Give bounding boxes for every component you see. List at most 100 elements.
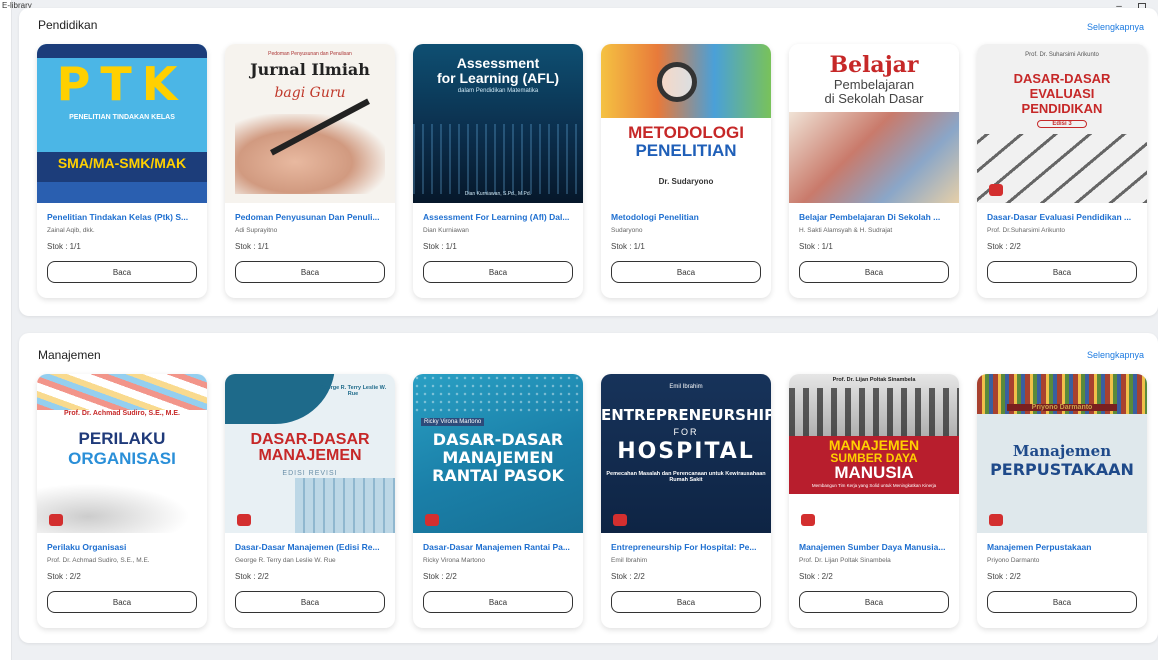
book-author: Emil Ibrahim xyxy=(611,557,648,564)
cover-illustration xyxy=(37,478,207,533)
book-title[interactable]: Assessment For Learning (Afl) Dal... xyxy=(423,212,575,222)
cover-title: PERILAKU xyxy=(78,429,166,448)
book-cover[interactable]: PTK PENELITIAN TINDAKAN KELAS SMA/MA-SMK… xyxy=(37,44,207,203)
read-button[interactable]: Baca xyxy=(611,591,761,613)
cover-subtitle: EDISI REVISI xyxy=(282,470,338,477)
book-title[interactable]: Belajar Pembelajaran Di Sekolah ... xyxy=(799,212,951,222)
see-more-link[interactable]: Selengkapnya xyxy=(1087,350,1144,360)
book-cover[interactable]: METODOLOGI PENELITIAN Dr. Sudaryono xyxy=(601,44,771,203)
cover-author: Prof. Dr. Suharsimi Arikunto xyxy=(1025,52,1099,58)
cover-subtitle: dalam Pendidikan Matematika xyxy=(457,88,539,94)
book-cover[interactable]: Prof. Dr. Achmad Sudiro, S.E., M.E. PERI… xyxy=(37,374,207,533)
book-title[interactable]: Pedoman Penyusunan Dan Penuli... xyxy=(235,212,387,222)
cover-title: ORGANISASI xyxy=(68,449,176,468)
book-cover[interactable]: Prof. Dr. Suharsimi Arikunto DASAR-DASAR… xyxy=(977,44,1147,203)
book-cover[interactable]: Assessment for Learning (AFL) dalam Pend… xyxy=(413,44,583,203)
read-button[interactable]: Baca xyxy=(235,591,385,613)
book-card[interactable]: METODOLOGI PENELITIAN Dr. Sudaryono Meto… xyxy=(601,44,771,298)
book-stock: Stok : 2/2 xyxy=(611,572,645,581)
book-author: Prof. Dr.Suharsimi Arikunto xyxy=(987,227,1066,234)
book-title[interactable]: Metodologi Penelitian xyxy=(611,212,763,222)
book-author: Priyono Darmanto xyxy=(987,557,1040,564)
book-card[interactable]: Prof. Dr. Lijan Poltak Sinambela MANAJEM… xyxy=(789,374,959,628)
read-button[interactable]: Baca xyxy=(987,591,1137,613)
book-cover[interactable]: Pedoman Penyusunan dan Penulisan Jurnal … xyxy=(225,44,395,203)
book-author: H. Sakti Alamsyah & H. Sudrajat xyxy=(799,227,893,234)
book-author: Zainal Aqib, dkk. xyxy=(47,227,95,234)
cover-title: RANTAI PASOK xyxy=(432,466,564,485)
book-card[interactable]: Assessment for Learning (AFL) dalam Pend… xyxy=(413,44,583,298)
magnifier-icon xyxy=(657,62,697,102)
book-title[interactable]: Dasar-Dasar Evaluasi Pendidikan ... xyxy=(987,212,1139,222)
cover-title: EVALUASI xyxy=(1029,86,1095,101)
section-title: Pendidikan xyxy=(38,18,98,32)
book-card[interactable]: George R. Terry Leslie W. Rue DASAR-DASA… xyxy=(225,374,395,628)
cover-subtitle: Pedoman Penyusunan dan Penulisan xyxy=(268,51,352,57)
cover-footer-band xyxy=(37,182,207,203)
book-stock: Stok : 2/2 xyxy=(423,572,457,581)
book-title[interactable]: Entrepreneurship For Hospital: Pe... xyxy=(611,542,763,552)
cover-title: PERPUSTAKAAN xyxy=(990,460,1134,479)
read-button[interactable]: Baca xyxy=(423,591,573,613)
book-card[interactable]: Pedoman Penyusunan dan Penulisan Jurnal … xyxy=(225,44,395,298)
section-title: Manajemen xyxy=(38,348,101,362)
book-title[interactable]: Dasar-Dasar Manajemen (Edisi Re... xyxy=(235,542,387,552)
read-button[interactable]: Baca xyxy=(235,261,385,283)
cover-author: Dian Kurniawan, S.Pd., M.Pd. xyxy=(464,191,532,197)
book-title[interactable]: Perilaku Organisasi xyxy=(47,542,199,552)
book-title[interactable]: Penelitian Tindakan Kelas (Ptk) S... xyxy=(47,212,199,222)
book-author: Prof. Dr. Achmad Sudiro, S.E., M.E. xyxy=(47,557,150,564)
see-more-link[interactable]: Selengkapnya xyxy=(1087,22,1144,32)
cover-title: HOSPITAL xyxy=(617,439,755,464)
read-button[interactable]: Baca xyxy=(799,591,949,613)
cover-title: MANAJEMEN xyxy=(442,448,554,467)
book-stock: Stok : 1/1 xyxy=(611,242,645,251)
cover-author: Priyono Darmanto xyxy=(1007,404,1117,412)
cover-title: Manajemen xyxy=(1012,442,1112,460)
building-illustration xyxy=(295,478,395,533)
book-cover[interactable]: George R. Terry Leslie W. Rue DASAR-DASA… xyxy=(225,374,395,533)
book-card[interactable]: PTK PENELITIAN TINDAKAN KELAS SMA/MA-SMK… xyxy=(37,44,207,298)
publisher-logo-icon xyxy=(989,184,1003,196)
read-button[interactable]: Baca xyxy=(47,591,197,613)
book-title[interactable]: Manajemen Sumber Daya Manusia... xyxy=(799,542,951,552)
book-title[interactable]: Dasar-Dasar Manajemen Rantai Pa... xyxy=(423,542,575,552)
book-author: Adi Suprayitno xyxy=(235,227,278,234)
cover-title: PENDIDIKAN xyxy=(1021,101,1103,116)
book-stock: Stok : 2/2 xyxy=(987,242,1021,251)
book-stock: Stok : 2/2 xyxy=(799,572,833,581)
read-button[interactable]: Baca xyxy=(799,261,949,283)
book-card[interactable]: Priyono Darmanto Manajemen PERPUSTAKAAN … xyxy=(977,374,1147,628)
book-card[interactable]: Prof. Dr. Achmad Sudiro, S.E., M.E. PERI… xyxy=(37,374,207,628)
book-cover[interactable]: Prof. Dr. Lijan Poltak Sinambela MANAJEM… xyxy=(789,374,959,533)
book-cover[interactable]: Ricky Virona Martono DASAR-DASAR MANAJEM… xyxy=(413,374,583,533)
book-card[interactable]: Belajar Pembelajaran di Sekolah Dasar Be… xyxy=(789,44,959,298)
book-list: PTK PENELITIAN TINDAKAN KELAS SMA/MA-SMK… xyxy=(37,44,1147,298)
read-button[interactable]: Baca xyxy=(47,261,197,283)
cover-title: MANAJEMEN xyxy=(258,447,362,464)
cover-subtitle: PENELITIAN TINDAKAN KELAS xyxy=(69,114,175,121)
book-author: Ricky Virona Martono xyxy=(423,557,486,564)
section-manajemen: Manajemen Selengkapnya Prof. Dr. Achmad … xyxy=(19,333,1158,643)
book-card[interactable]: Emil Ibrahim ENTREPRENEURSHIP FOR HOSPIT… xyxy=(601,374,771,628)
book-stock: Stok : 2/2 xyxy=(47,572,81,581)
cover-photo xyxy=(789,112,959,203)
cover-title: DASAR-DASAR xyxy=(1013,71,1111,86)
publisher-logo-icon xyxy=(425,514,439,526)
read-button[interactable]: Baca xyxy=(611,261,761,283)
book-stock: Stok : 1/1 xyxy=(423,242,457,251)
read-button[interactable]: Baca xyxy=(987,261,1137,283)
book-card[interactable]: Prof. Dr. Suharsimi Arikunto DASAR-DASAR… xyxy=(977,44,1147,298)
book-title[interactable]: Manajemen Perpustakaan xyxy=(987,542,1139,552)
cover-author: George R. Terry Leslie W. Rue xyxy=(319,385,387,397)
publisher-logo-icon xyxy=(989,514,1003,526)
read-button[interactable]: Baca xyxy=(423,261,573,283)
edition-badge: Edisi 3 xyxy=(1037,120,1087,129)
book-cover[interactable]: Priyono Darmanto Manajemen PERPUSTAKAAN xyxy=(977,374,1147,533)
book-stock: Stok : 1/1 xyxy=(47,242,81,251)
book-stock: Stok : 1/1 xyxy=(235,242,269,251)
book-cover[interactable]: Emil Ibrahim ENTREPRENEURSHIP FOR HOSPIT… xyxy=(601,374,771,533)
book-card[interactable]: Ricky Virona Martono DASAR-DASAR MANAJEM… xyxy=(413,374,583,628)
book-cover[interactable]: Belajar Pembelajaran di Sekolah Dasar xyxy=(789,44,959,203)
book-stock: Stok : 2/2 xyxy=(235,572,269,581)
